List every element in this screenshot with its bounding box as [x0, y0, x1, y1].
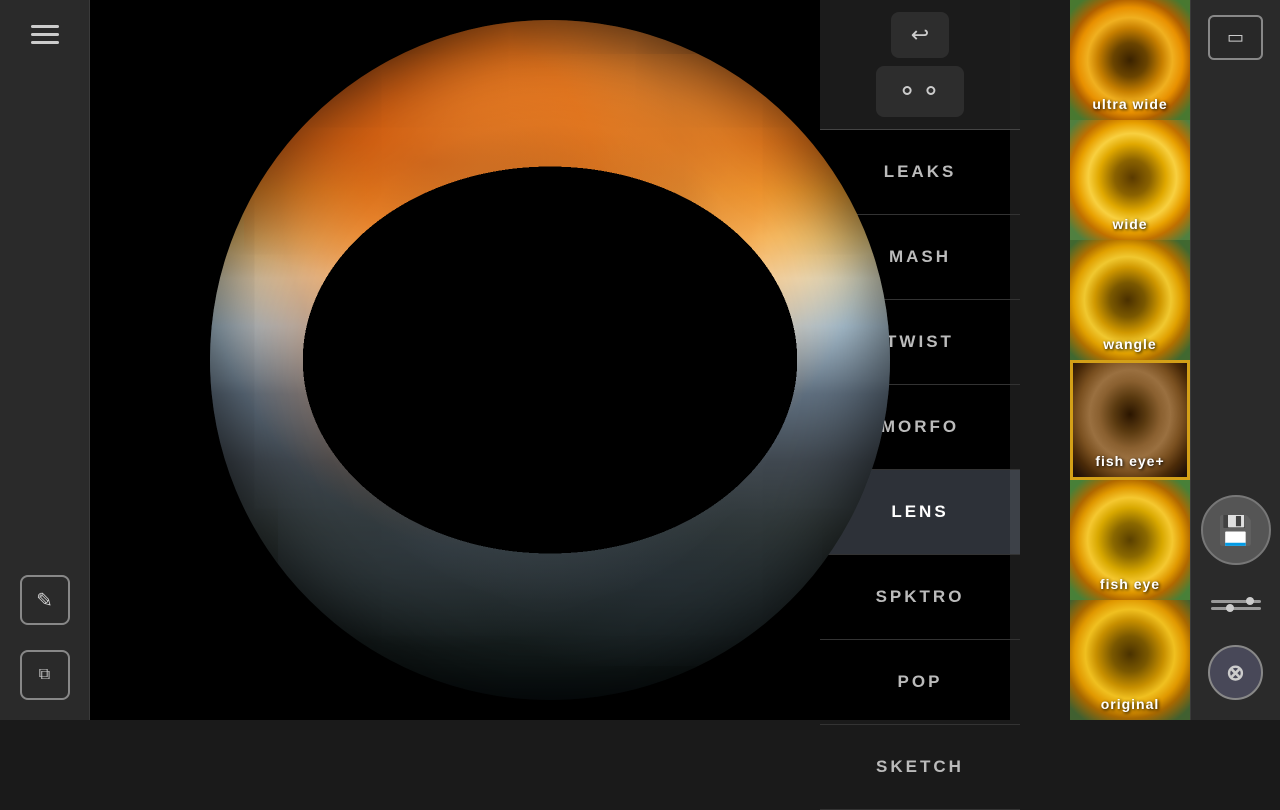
filter-sketch-label: SKETCH	[876, 757, 964, 777]
menu-button[interactable]	[21, 15, 69, 54]
hamburger-line-3	[31, 41, 59, 44]
hamburger-line-1	[31, 25, 59, 28]
sliders-button[interactable]	[1211, 585, 1261, 625]
filter-sketch[interactable]: SKETCH	[820, 725, 1020, 810]
fisheye-vignette	[90, 0, 1010, 720]
right-bottom-tools: 💾 ⊗	[1201, 495, 1271, 700]
window-button[interactable]: ▭	[1208, 15, 1263, 60]
thumb-wide-label: wide	[1070, 216, 1190, 232]
save-disk-icon: 💾	[1218, 514, 1253, 547]
hamburger-line-2	[31, 33, 59, 36]
blend-icon: ⊗	[1226, 660, 1244, 686]
left-sidebar: ✎ ⧉	[0, 0, 90, 720]
thumb-fish-eye-label: fish eye	[1070, 576, 1190, 592]
thumb-fish-eye[interactable]: fish eye	[1070, 480, 1190, 600]
save-disk-button[interactable]: 💾	[1201, 495, 1271, 565]
thumb-ultra-wide[interactable]: ultra wide	[1070, 0, 1190, 120]
thumb-wangle-label: wangle	[1070, 336, 1190, 352]
window-icon: ▭	[1227, 27, 1244, 48]
thumb-original-label: original	[1070, 696, 1190, 712]
slider-line-2	[1211, 607, 1261, 610]
thumb-ultra-wide-label: ultra wide	[1070, 96, 1190, 112]
blend-button[interactable]: ⊗	[1208, 645, 1263, 700]
edit-icon: ✎	[36, 588, 53, 613]
right-sidebar: ▭ 💾 ⊗	[1190, 0, 1280, 720]
thumb-fish-eye-plus[interactable]: fish eye+	[1070, 360, 1190, 480]
thumb-original[interactable]: original	[1070, 600, 1190, 720]
layers-icon: ⧉	[39, 666, 50, 684]
thumb-wide[interactable]: wide	[1070, 120, 1190, 240]
filter-thumbnails: ultra wide wide wangle fish eye+ fish ey…	[1070, 0, 1190, 720]
edit-button[interactable]: ✎	[20, 575, 70, 625]
slider-line-1	[1211, 600, 1261, 603]
main-canvas	[90, 0, 1010, 720]
thumb-fish-eye-plus-label: fish eye+	[1073, 453, 1187, 469]
left-bottom-tools: ✎ ⧉	[20, 575, 70, 700]
thumb-wangle[interactable]: wangle	[1070, 240, 1190, 360]
layers-button[interactable]: ⧉	[20, 650, 70, 700]
